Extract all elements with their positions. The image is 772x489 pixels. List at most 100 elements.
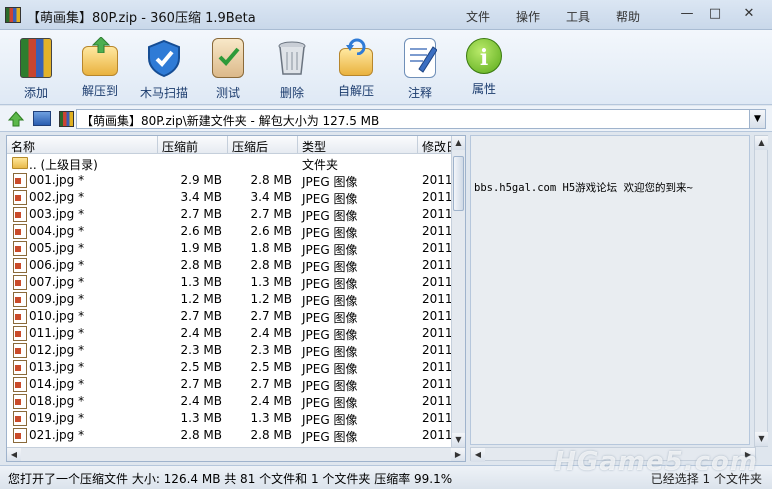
extract-to-icon — [82, 37, 118, 76]
file-name: 003.jpg * — [29, 207, 85, 221]
size-after: 2.7 MB — [250, 309, 292, 323]
file-row[interactable]: 003.jpg * 2.7 MB 2.7 MB JPEG 图像 2011 — [7, 206, 453, 223]
jpeg-file-icon — [13, 428, 27, 443]
file-name: 018.jpg * — [29, 394, 85, 408]
add-button[interactable]: 添加 — [4, 34, 68, 100]
file-name: 007.jpg * — [29, 275, 85, 289]
column-type[interactable]: 类型 — [302, 138, 326, 155]
parent-directory-row[interactable]: .. (上级目录) 文件夹 — [7, 155, 453, 172]
size-after: 2.6 MB — [250, 224, 292, 238]
jpeg-file-icon — [13, 292, 27, 307]
file-name: 004.jpg * — [29, 224, 85, 238]
jpeg-file-icon — [13, 309, 27, 324]
scroll-thumb[interactable] — [453, 156, 464, 211]
file-type: JPEG 图像 — [302, 277, 358, 291]
close-button[interactable]: ✕ — [740, 6, 758, 22]
file-type: JPEG 图像 — [302, 413, 358, 427]
path-input[interactable]: 【萌画集】80P.zip\新建文件夹 - 解包大小为 127.5 MB ▼ — [76, 109, 766, 129]
status-archive-summary: 您打开了一个压缩文件 大小: 126.4 MB 共 81 个文件和 1 个文件夹… — [8, 472, 453, 486]
comment-vertical-scrollbar[interactable]: ▲ ▼ — [754, 135, 768, 447]
file-type: JPEG 图像 — [302, 430, 358, 444]
size-before: 3.4 MB — [180, 190, 222, 204]
scroll-up-icon[interactable]: ▲ — [452, 136, 465, 150]
file-row[interactable]: 007.jpg * 1.3 MB 1.3 MB JPEG 图像 2011 — [7, 274, 453, 291]
file-row[interactable]: 012.jpg * 2.3 MB 2.3 MB JPEG 图像 2011 — [7, 342, 453, 359]
size-before: 2.7 MB — [180, 377, 222, 391]
file-name: 013.jpg * — [29, 360, 85, 374]
self-extract-button[interactable]: 自解压 — [324, 34, 388, 100]
file-name: 012.jpg * — [29, 343, 85, 357]
file-row[interactable]: 010.jpg * 2.7 MB 2.7 MB JPEG 图像 2011 — [7, 308, 453, 325]
horizontal-scrollbar[interactable]: ◀ ▶ — [7, 447, 465, 461]
file-modified: 2011 — [422, 292, 453, 306]
minimize-button[interactable]: — — [678, 6, 696, 22]
scroll-down-icon[interactable]: ▼ — [755, 432, 768, 446]
file-type: JPEG 图像 — [302, 345, 358, 359]
size-before: 2.6 MB — [180, 224, 222, 238]
size-before: 1.9 MB — [180, 241, 222, 255]
file-row[interactable]: 006.jpg * 2.8 MB 2.8 MB JPEG 图像 2011 — [7, 257, 453, 274]
go-up-arrow-icon[interactable] — [7, 111, 25, 127]
test-button[interactable]: 测试 — [196, 34, 260, 100]
menu-help[interactable]: 帮助 — [616, 8, 640, 25]
column-after[interactable]: 压缩后 — [232, 138, 268, 155]
column-divider — [227, 136, 228, 154]
jpeg-file-icon — [13, 190, 27, 205]
column-divider — [417, 136, 418, 154]
file-row[interactable]: 019.jpg * 1.3 MB 1.3 MB JPEG 图像 2011 — [7, 410, 453, 427]
file-name: 006.jpg * — [29, 258, 85, 272]
trojan-scan-shield-icon — [144, 38, 184, 78]
properties-button[interactable]: i 属性 — [452, 34, 516, 100]
file-row[interactable]: 001.jpg * 2.9 MB 2.8 MB JPEG 图像 2011 — [7, 172, 453, 189]
menu-operation[interactable]: 操作 — [516, 8, 540, 25]
file-row[interactable]: 021.jpg * 2.8 MB 2.8 MB JPEG 图像 2011 — [7, 427, 453, 444]
column-name[interactable]: 名称 — [11, 138, 35, 155]
path-dropdown-icon[interactable]: ▼ — [749, 110, 765, 128]
file-row[interactable]: 011.jpg * 2.4 MB 2.4 MB JPEG 图像 2011 — [7, 325, 453, 342]
file-row[interactable]: 004.jpg * 2.6 MB 2.6 MB JPEG 图像 2011 — [7, 223, 453, 240]
file-modified: 2011 — [422, 309, 453, 323]
size-after: 2.8 MB — [250, 258, 292, 272]
jpeg-file-icon — [13, 241, 27, 256]
file-row[interactable]: 005.jpg * 1.9 MB 1.8 MB JPEG 图像 2011 — [7, 240, 453, 257]
menu-tools[interactable]: 工具 — [566, 8, 590, 25]
file-type: JPEG 图像 — [302, 379, 358, 393]
scroll-left-icon[interactable]: ◀ — [471, 448, 485, 462]
computer-icon[interactable] — [33, 111, 51, 126]
trojan-scan-button[interactable]: 木马扫描 — [132, 34, 196, 100]
scroll-up-icon[interactable]: ▲ — [755, 136, 768, 150]
size-before: 2.3 MB — [180, 343, 222, 357]
file-row[interactable]: 013.jpg * 2.5 MB 2.5 MB JPEG 图像 2011 — [7, 359, 453, 376]
delete-button[interactable]: 删除 — [260, 34, 324, 100]
file-name: .. (上级目录) — [29, 158, 98, 172]
file-name: 005.jpg * — [29, 241, 85, 255]
folder-icon — [12, 157, 28, 169]
file-row[interactable]: 014.jpg * 2.7 MB 2.7 MB JPEG 图像 2011 — [7, 376, 453, 393]
size-before: 2.4 MB — [180, 394, 222, 408]
comment-edit-icon — [404, 38, 437, 78]
jpeg-file-icon — [13, 411, 27, 426]
file-modified: 2011 — [422, 343, 453, 357]
size-before: 2.4 MB — [180, 326, 222, 340]
column-before[interactable]: 压缩前 — [162, 138, 198, 155]
menu-file[interactable]: 文件 — [466, 8, 490, 25]
comment-button[interactable]: 注释 — [388, 34, 452, 100]
scroll-left-icon[interactable]: ◀ — [7, 448, 21, 461]
jpeg-file-icon — [13, 207, 27, 222]
file-row[interactable]: 009.jpg * 1.2 MB 1.2 MB JPEG 图像 2011 — [7, 291, 453, 308]
scroll-down-icon[interactable]: ▼ — [452, 433, 465, 447]
file-type: JPEG 图像 — [302, 175, 358, 189]
maximize-button[interactable]: □ — [706, 6, 724, 22]
file-list-header: 名称 压缩前 压缩后 类型 修改日 — [7, 136, 458, 155]
jpeg-file-icon — [13, 326, 27, 341]
file-modified: 2011 — [422, 411, 453, 425]
scroll-right-icon[interactable]: ▶ — [451, 448, 465, 461]
comment-pane: bbs.h5gal.com H5游戏论坛 欢迎您的到来~ — [470, 135, 750, 445]
vertical-scrollbar[interactable]: ▲ ▼ — [451, 136, 465, 447]
add-archive-icon — [20, 38, 52, 78]
file-modified: 2011 — [422, 377, 453, 391]
file-row[interactable]: 018.jpg * 2.4 MB 2.4 MB JPEG 图像 2011 — [7, 393, 453, 410]
extract-to-button[interactable]: 解压到 — [68, 34, 132, 100]
self-extract-icon — [339, 38, 373, 76]
file-row[interactable]: 002.jpg * 3.4 MB 3.4 MB JPEG 图像 2011 — [7, 189, 453, 206]
